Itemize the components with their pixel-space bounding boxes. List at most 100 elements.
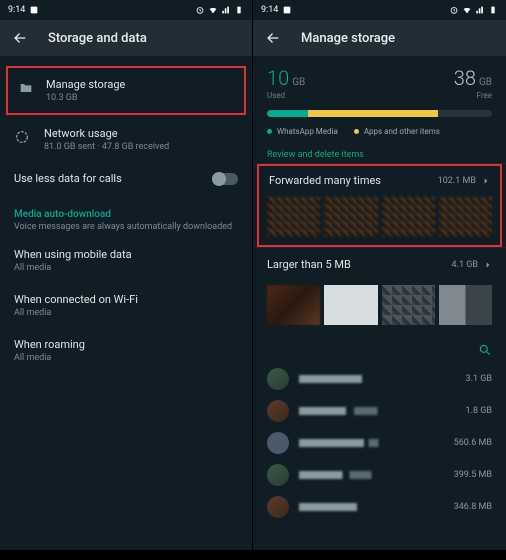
chevron-right-icon — [484, 261, 492, 269]
avatar — [267, 432, 289, 454]
chat-size: 399.5 MB — [454, 470, 492, 480]
network-icon — [14, 129, 30, 149]
chat-size: 346.8 MB — [454, 502, 492, 512]
free-unit: GB — [479, 77, 492, 88]
used-value: 10 — [267, 66, 289, 90]
used-unit: GB — [292, 77, 305, 88]
chat-item[interactable]: 1.8 GB — [253, 395, 506, 427]
mobile-data-item[interactable]: When using mobile data All media — [0, 238, 252, 283]
avatar — [267, 400, 289, 422]
alarm-icon — [449, 5, 459, 15]
storage-summary: 10 GB Used 38 GB Free — [253, 56, 506, 106]
status-time: 9:14 — [261, 5, 278, 15]
notification-icon — [282, 5, 292, 15]
used-label: Used — [267, 91, 305, 100]
thumbnail[interactable] — [324, 285, 377, 325]
status-time: 9:14 — [8, 5, 25, 15]
legend-other: Apps and other items — [364, 127, 440, 136]
screen-manage-storage: 9:14 Manage storage 10 GB Used 38 — [253, 0, 506, 560]
chat-item[interactable]: 560.6 MB — [253, 427, 506, 459]
wifi-icon — [462, 5, 472, 15]
folder-icon — [18, 80, 34, 100]
notification-icon — [29, 5, 39, 15]
free-value: 38 — [454, 66, 476, 90]
thumbnail[interactable] — [324, 197, 377, 237]
wifi-item[interactable]: When connected on Wi-Fi All media — [0, 283, 252, 328]
chat-list: 3.1 GB 1.8 GB 560.6 MB 399.5 MB 346.8 MB — [253, 333, 506, 527]
network-sub: 81.0 GB sent · 47.8 GB received — [44, 142, 238, 152]
wifi-sub: All media — [14, 308, 238, 318]
manage-storage-item[interactable]: Manage storage 10.3 GB — [8, 68, 244, 113]
header-title: Manage storage — [301, 31, 395, 46]
thumbnail[interactable] — [382, 285, 435, 325]
free-label: Free — [454, 91, 492, 100]
chat-item[interactable]: 3.1 GB — [253, 363, 506, 395]
dot-icon — [354, 129, 359, 134]
bar-whatsapp — [267, 110, 308, 117]
app-header: Manage storage — [253, 20, 506, 56]
chat-name — [299, 375, 456, 383]
network-usage-item[interactable]: Network usage 81.0 GB sent · 47.8 GB rec… — [0, 117, 252, 162]
chat-name — [299, 439, 444, 447]
signal-icon — [221, 5, 231, 15]
legend: WhatsApp Media Apps and other items — [253, 121, 506, 146]
dot-icon — [267, 129, 272, 134]
avatar — [267, 368, 289, 390]
use-less-data-item[interactable]: Use less data for calls — [0, 162, 252, 195]
status-bar: 9:14 — [0, 0, 252, 20]
roaming-sub: All media — [14, 353, 238, 363]
larger-size: 4.1 GB — [452, 260, 478, 270]
review-header: Review and delete items — [253, 146, 506, 164]
roaming-label: When roaming — [14, 338, 238, 351]
chat-name — [299, 407, 456, 415]
wifi-label: When connected on Wi-Fi — [14, 293, 238, 306]
avatar — [267, 464, 289, 486]
roaming-item[interactable]: When roaming All media — [0, 328, 252, 373]
header-title: Storage and data — [48, 31, 147, 46]
mobile-sub: All media — [14, 263, 238, 273]
chat-item[interactable]: 399.5 MB — [253, 459, 506, 491]
auto-download-header: Media auto-download — [0, 195, 252, 222]
wifi-icon — [208, 5, 218, 15]
search-icon[interactable] — [478, 343, 492, 357]
back-icon[interactable] — [12, 30, 28, 46]
legend-wa: WhatsApp Media — [277, 127, 338, 136]
auto-download-sub: Voice messages are always automatically … — [0, 222, 252, 238]
chevron-right-icon — [482, 177, 490, 185]
thumbnail[interactable] — [382, 197, 435, 237]
forwarded-row[interactable]: Forwarded many times 102.1 MB — [259, 166, 500, 195]
network-label: Network usage — [44, 127, 238, 140]
use-less-toggle[interactable] — [212, 173, 238, 185]
mobile-label: When using mobile data — [14, 248, 238, 261]
forwarded-thumbs[interactable] — [259, 195, 500, 245]
alarm-icon — [195, 5, 205, 15]
nav-bar — [0, 550, 252, 560]
chat-name — [299, 471, 444, 479]
chat-name — [299, 503, 444, 511]
app-header: Storage and data — [0, 20, 252, 56]
chat-size: 3.1 GB — [466, 374, 492, 384]
battery-icon — [488, 5, 498, 15]
forwarded-size: 102.1 MB — [438, 176, 476, 186]
larger-thumbs[interactable] — [253, 281, 506, 333]
battery-icon — [234, 5, 244, 15]
chat-size: 560.6 MB — [454, 438, 492, 448]
larger-label: Larger than 5 MB — [267, 258, 452, 271]
thumbnail[interactable] — [267, 197, 320, 237]
thumbnail[interactable] — [267, 285, 320, 325]
highlight-forwarded: Forwarded many times 102.1 MB — [257, 164, 502, 247]
chat-item[interactable]: 346.8 MB — [253, 491, 506, 523]
storage-bar — [267, 110, 492, 117]
larger-row[interactable]: Larger than 5 MB 4.1 GB — [253, 247, 506, 281]
signal-icon — [475, 5, 485, 15]
bar-other — [308, 110, 439, 117]
avatar — [267, 496, 289, 518]
manage-storage-label: Manage storage — [46, 78, 230, 91]
status-bar: 9:14 — [253, 0, 506, 20]
chat-size: 1.8 GB — [466, 406, 492, 416]
highlight-manage-storage: Manage storage 10.3 GB — [6, 66, 246, 115]
back-icon[interactable] — [265, 30, 281, 46]
thumbnail[interactable] — [439, 197, 492, 237]
thumbnail[interactable] — [439, 285, 492, 325]
use-less-label: Use less data for calls — [14, 172, 212, 185]
